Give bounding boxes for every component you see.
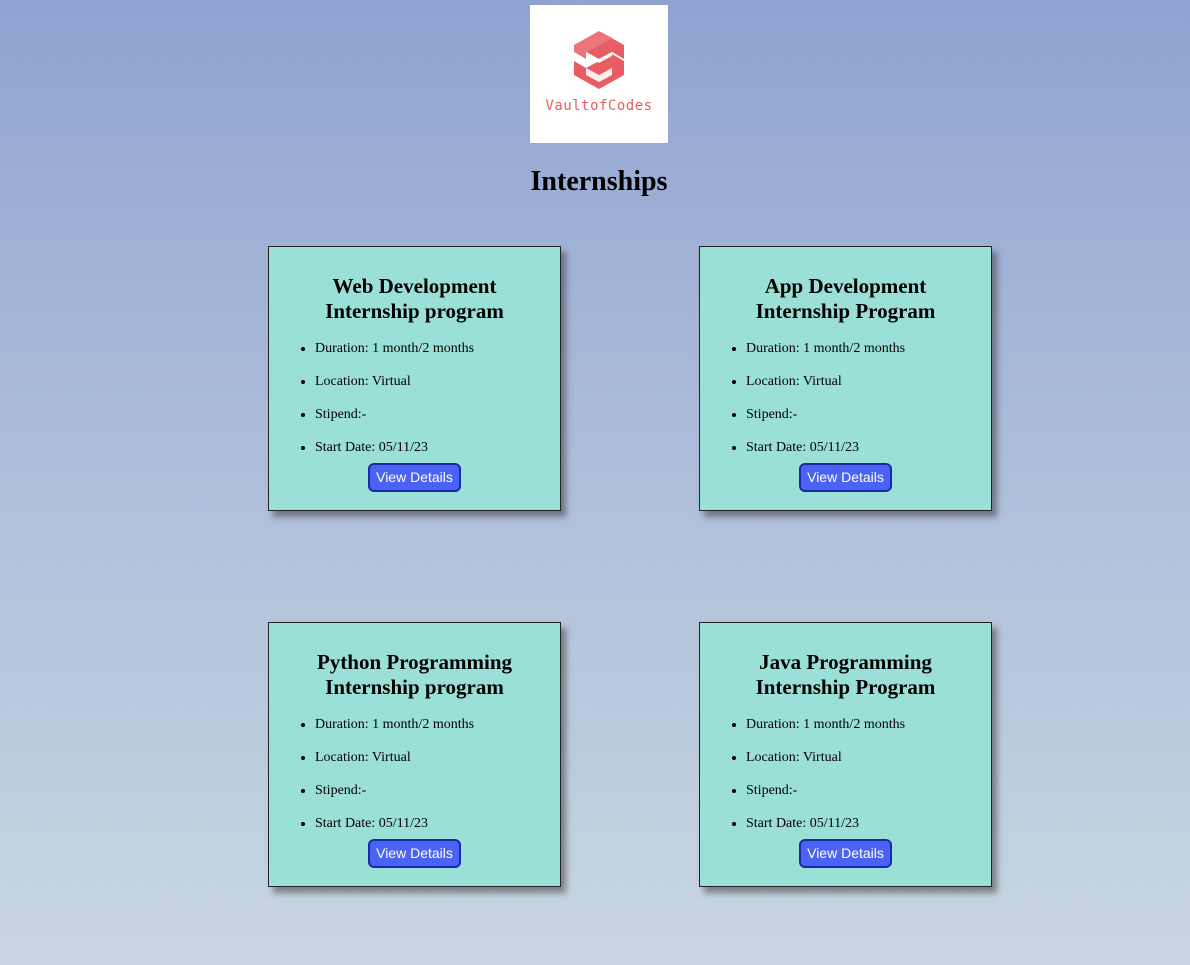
internship-card-web-development: Web Development Internship program Durat… [268, 246, 561, 511]
view-details-button[interactable]: View Details [799, 463, 892, 492]
location-item: Location: Virtual [746, 373, 991, 390]
internship-card-java-programming: Java Programming Internship Program Dura… [699, 622, 992, 887]
duration-item: Duration: 1 month/2 months [315, 716, 560, 733]
logo-text: VaultofCodes [545, 98, 653, 114]
card-title: Python Programming Internship program [316, 650, 513, 699]
internship-card-python-programming: Python Programming Internship program Du… [268, 622, 561, 887]
card-title: Web Development Internship program [325, 274, 504, 323]
stacked-cube-logo-icon [574, 31, 624, 89]
internship-card-app-development: App Development Internship Program Durat… [699, 246, 992, 511]
page-title: Internships [530, 166, 668, 197]
start-date-item: Start Date: 05/11/23 [315, 439, 560, 456]
duration-item: Duration: 1 month/2 months [746, 340, 991, 357]
card-details-list: Duration: 1 month/2 months Location: Vir… [700, 716, 991, 832]
location-item: Location: Virtual [315, 749, 560, 766]
start-date-item: Start Date: 05/11/23 [746, 439, 991, 456]
card-details-list: Duration: 1 month/2 months Location: Vir… [700, 340, 991, 456]
card-details-list: Duration: 1 month/2 months Location: Vir… [269, 716, 560, 832]
start-date-item: Start Date: 05/11/23 [315, 815, 560, 832]
stipend-item: Stipend:- [315, 782, 560, 799]
card-details-list: Duration: 1 month/2 months Location: Vir… [269, 340, 560, 456]
start-date-item: Start Date: 05/11/23 [746, 815, 991, 832]
location-item: Location: Virtual [746, 749, 991, 766]
duration-item: Duration: 1 month/2 months [746, 716, 991, 733]
card-title: Java Programming Internship Program [755, 650, 936, 699]
view-details-button[interactable]: View Details [368, 839, 461, 868]
view-details-button[interactable]: View Details [799, 839, 892, 868]
stipend-item: Stipend:- [315, 406, 560, 423]
stipend-item: Stipend:- [746, 782, 991, 799]
stipend-item: Stipend:- [746, 406, 991, 423]
view-details-button[interactable]: View Details [368, 463, 461, 492]
duration-item: Duration: 1 month/2 months [315, 340, 560, 357]
location-item: Location: Virtual [315, 373, 560, 390]
card-title: App Development Internship Program [755, 274, 936, 323]
vaultofcodes-logo: VaultofCodes [530, 5, 668, 143]
